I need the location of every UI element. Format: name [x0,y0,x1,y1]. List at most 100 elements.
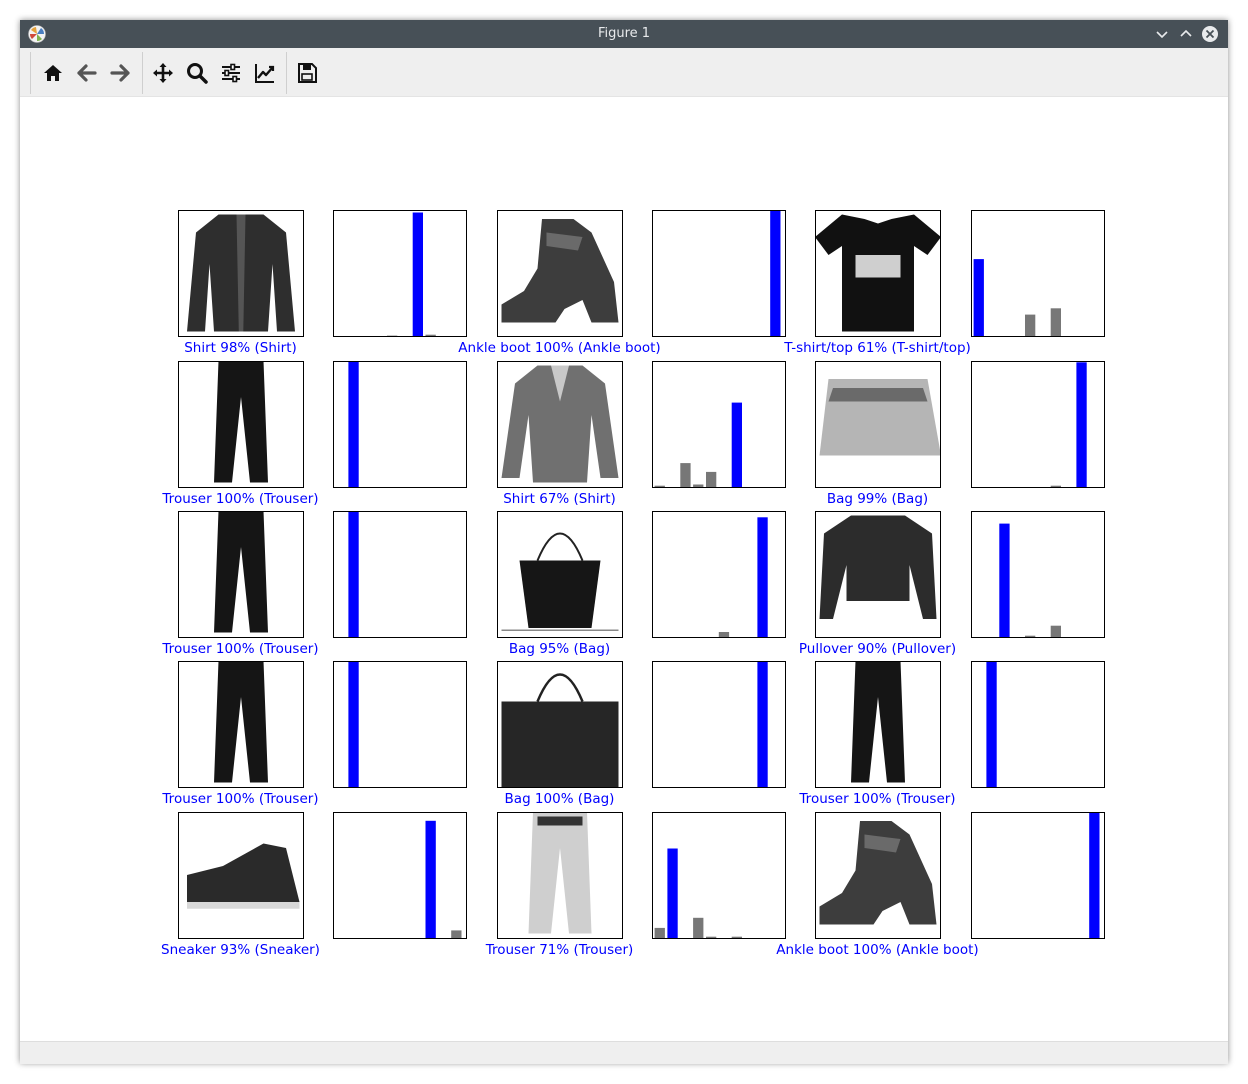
move-icon[interactable] [151,61,175,85]
probability-bar-subplot [333,210,467,337]
probability-bar [1025,314,1036,336]
probability-bar [731,936,742,938]
minimize-button[interactable] [1153,25,1171,43]
tshirt-print [855,255,901,278]
predicted-bar [973,259,984,336]
figure: Shirt 98% (Shirt) Ankle boot 100% (Ankle … [161,210,1105,958]
probability-bar-subplot [652,361,786,488]
probability-bar [1050,485,1061,487]
prediction-label: Bag 95% (Bag) [509,641,610,657]
image-subplot [497,511,623,638]
prediction-label: Trouser 100% (Trouser) [161,641,318,657]
prediction-label: Trouser 100% (Trouser) [161,791,318,807]
predicted-bar [757,517,768,637]
bag-silhouette [519,560,601,628]
bar-axes-background [333,812,466,938]
probability-bar [693,484,704,487]
image-subplot [497,210,623,337]
probability-bar [706,471,717,487]
arrow-left-icon[interactable] [75,61,99,85]
figure-window: Figure 1 Shirt 98% (Shirt) Ankle boot 10… [20,20,1228,1064]
predicted-bar [667,848,678,938]
probability-bar-subplot [652,661,786,788]
probability-bar-subplot [652,511,786,638]
probability-bar-subplot [333,511,467,638]
maximize-button[interactable] [1177,25,1195,43]
close-button[interactable] [1201,25,1219,43]
prediction-label: Ankle boot 100% (Ankle boot) [458,340,660,356]
predicted-bar [770,210,781,336]
image-subplot [178,210,304,337]
probability-bar-subplot [971,812,1105,939]
image-subplot [815,661,941,788]
probability-bar [451,930,462,938]
predicted-bar [348,361,359,487]
figure-canvas[interactable]: Shirt 98% (Shirt) Ankle boot 100% (Ankle … [22,97,1226,1040]
probability-bar [654,485,665,487]
sneaker-sole [187,902,300,909]
predicted-bar [348,511,359,637]
bar-axes-background [652,361,785,487]
floppy-disk-icon[interactable] [295,61,319,85]
predicted-bar [412,212,423,336]
probability-bar [425,334,436,336]
title-bar[interactable]: Figure 1 [20,20,1228,48]
probability-bar-subplot [333,812,467,939]
probability-bar [706,936,717,938]
probability-bar-subplot [333,661,467,788]
probability-bar [654,927,665,938]
bar-axes-background [971,210,1104,336]
bar-axes-background [333,210,466,336]
prediction-label: T-shirt/top 61% (T-shirt/top) [783,340,971,356]
prediction-label: Trouser 71% (Trouser) [485,942,634,958]
predicted-bar [731,402,742,487]
arrow-right-icon[interactable] [108,61,132,85]
image-subplot [178,361,304,488]
probability-bar-subplot [652,812,786,939]
prediction-label: Trouser 100% (Trouser) [798,791,955,807]
probability-bar-subplot [971,661,1105,788]
bag-flap [828,388,928,402]
home-icon[interactable] [41,61,65,85]
predicted-bar [999,523,1010,637]
image-subplot [815,511,941,638]
image-subplot [497,361,623,488]
prediction-label: Sneaker 93% (Sneaker) [161,942,320,958]
line-chart-icon[interactable] [253,61,277,85]
prediction-label: Shirt 67% (Shirt) [503,491,616,507]
image-subplot [178,812,304,939]
probability-bar [1050,308,1061,336]
toolbar-separator [286,52,287,94]
prediction-label: Shirt 98% (Shirt) [184,340,297,356]
probability-bar-subplot [971,210,1105,337]
image-subplot [497,812,623,939]
status-bar [20,1041,1228,1064]
bag-silhouette [501,701,619,787]
image-subplot [178,511,304,638]
probability-bar-subplot [652,210,786,337]
probability-bar-subplot [971,511,1105,638]
prediction-label: Bag 100% (Bag) [505,791,615,807]
predicted-bar [986,661,997,787]
magnifier-icon[interactable] [185,61,209,85]
predicted-bar [425,820,436,938]
predicted-bar [1076,362,1087,487]
window-title: Figure 1 [597,26,651,41]
prediction-label: Pullover 90% (Pullover) [799,641,956,657]
image-subplot [815,361,941,488]
probability-bar-subplot [333,361,467,488]
navigation-toolbar [20,48,1228,97]
image-subplot [497,661,623,788]
probability-bar-subplot [971,361,1105,488]
bar-axes-background [971,812,1104,938]
image-subplot [815,210,941,337]
bar-axes-background [652,210,785,336]
probability-bar [718,632,730,637]
prediction-label: Trouser 100% (Trouser) [161,491,318,507]
sliders-icon[interactable] [219,61,243,85]
toolbar-separator [142,52,143,94]
trouser-belt [537,816,583,826]
predicted-bar [757,661,768,787]
toolbar-grip [30,52,31,94]
probability-bar [680,463,691,487]
